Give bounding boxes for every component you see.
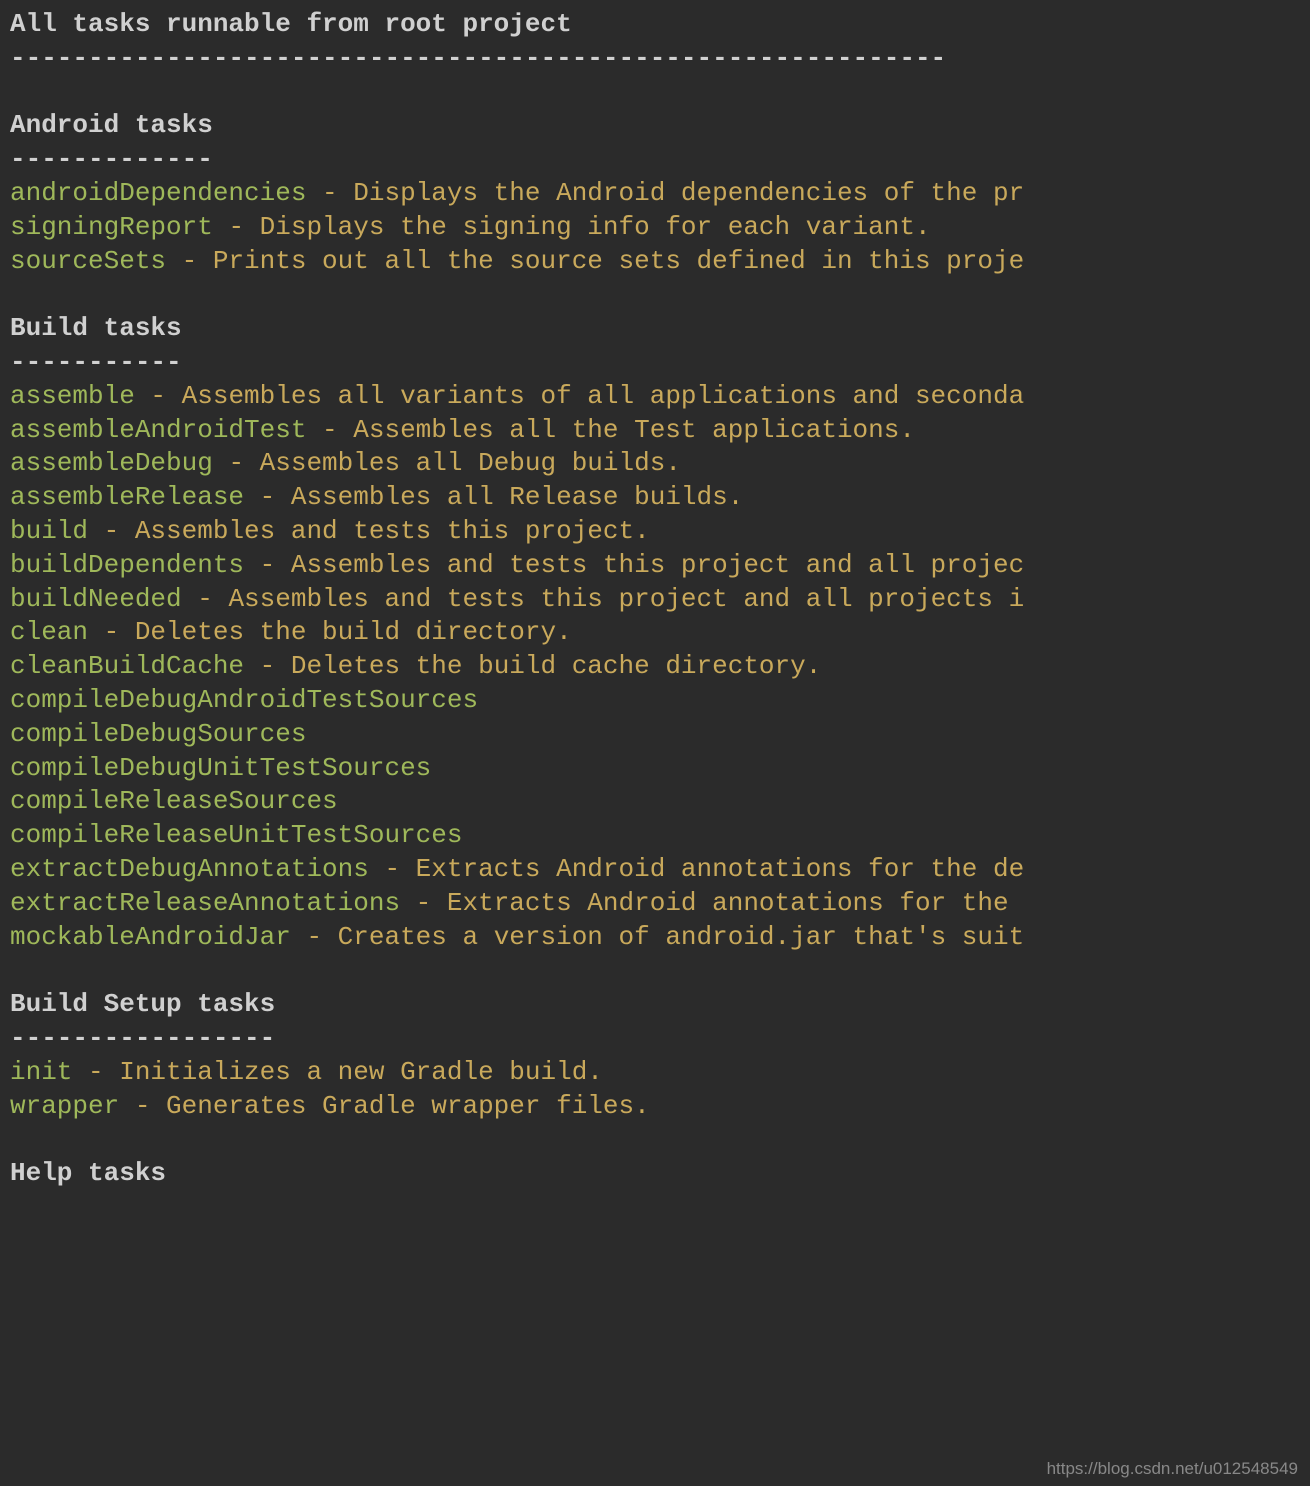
task-name: extractDebugAnnotations: [10, 854, 369, 884]
task-line: androidDependencies - Displays the Andro…: [10, 177, 1300, 211]
section-title: Build Setup tasks: [10, 988, 1300, 1022]
task-line: buildNeeded - Assembles and tests this p…: [10, 583, 1300, 617]
task-line: mockableAndroidJar - Creates a version o…: [10, 921, 1300, 955]
terminal-output: All tasks runnable from root project ---…: [10, 8, 1300, 1191]
task-name: init: [10, 1057, 72, 1087]
task-name: buildNeeded: [10, 584, 182, 614]
task-name: assembleRelease: [10, 482, 244, 512]
task-description: - Assembles all Debug builds.: [213, 448, 681, 478]
task-line: compileReleaseSources: [10, 785, 1300, 819]
task-line: clean - Deletes the build directory.: [10, 616, 1300, 650]
task-name: mockableAndroidJar: [10, 922, 291, 952]
watermark: https://blog.csdn.net/u012548549: [1047, 1458, 1298, 1480]
task-description: - Deletes the build cache directory.: [244, 651, 821, 681]
task-description: - Assembles and tests this project and a…: [182, 584, 1025, 614]
task-name: assemble: [10, 381, 135, 411]
task-name: compileReleaseUnitTestSources: [10, 820, 462, 850]
task-description: - Assembles all the Test applications.: [306, 415, 915, 445]
task-description: - Assembles all variants of all applicat…: [135, 381, 1024, 411]
task-description: - Extracts Android annotations for the d…: [369, 854, 1024, 884]
task-line: wrapper - Generates Gradle wrapper files…: [10, 1090, 1300, 1124]
task-name: extractReleaseAnnotations: [10, 888, 400, 918]
section-divider: -----------------: [10, 1022, 1300, 1056]
section-title: Help tasks: [10, 1157, 1300, 1191]
task-name: assembleAndroidTest: [10, 415, 306, 445]
task-line: assembleAndroidTest - Assembles all the …: [10, 414, 1300, 448]
task-name: wrapper: [10, 1091, 119, 1121]
task-line: buildDependents - Assembles and tests th…: [10, 549, 1300, 583]
task-name: compileDebugUnitTestSources: [10, 753, 431, 783]
task-line: assembleDebug - Assembles all Debug buil…: [10, 447, 1300, 481]
task-description: - Extracts Android annotations for the: [400, 888, 1009, 918]
section-divider: -------------: [10, 143, 1300, 177]
task-line: signingReport - Displays the signing inf…: [10, 211, 1300, 245]
task-name: compileDebugSources: [10, 719, 306, 749]
task-line: assembleRelease - Assembles all Release …: [10, 481, 1300, 515]
task-description: - Deletes the build directory.: [88, 617, 572, 647]
task-description: - Generates Gradle wrapper files.: [119, 1091, 650, 1121]
task-name: cleanBuildCache: [10, 651, 244, 681]
task-line: compileDebugSources: [10, 718, 1300, 752]
task-description: - Assembles all Release builds.: [244, 482, 743, 512]
header-divider: ----------------------------------------…: [10, 42, 1300, 76]
section-divider: -----------: [10, 346, 1300, 380]
task-name: sourceSets: [10, 246, 166, 276]
task-line: compileDebugUnitTestSources: [10, 752, 1300, 786]
header-title: All tasks runnable from root project: [10, 8, 1300, 42]
task-line: extractReleaseAnnotations - Extracts And…: [10, 887, 1300, 921]
section-title: Android tasks: [10, 109, 1300, 143]
section-title: Build tasks: [10, 312, 1300, 346]
task-name: androidDependencies: [10, 178, 306, 208]
task-name: signingReport: [10, 212, 213, 242]
task-line: init - Initializes a new Gradle build.: [10, 1056, 1300, 1090]
blank-line: [10, 1123, 1300, 1157]
task-name: compileDebugAndroidTestSources: [10, 685, 478, 715]
task-description: - Displays the signing info for each var…: [213, 212, 931, 242]
task-description: - Assembles and tests this project.: [88, 516, 650, 546]
task-line: extractDebugAnnotations - Extracts Andro…: [10, 853, 1300, 887]
task-line: build - Assembles and tests this project…: [10, 515, 1300, 549]
task-name: build: [10, 516, 88, 546]
task-description: - Prints out all the source sets defined…: [166, 246, 1024, 276]
task-line: sourceSets - Prints out all the source s…: [10, 245, 1300, 279]
task-name: compileReleaseSources: [10, 786, 338, 816]
task-line: compileReleaseUnitTestSources: [10, 819, 1300, 853]
task-description: - Displays the Android dependencies of t…: [306, 178, 1024, 208]
blank-line: [10, 954, 1300, 988]
task-description: - Initializes a new Gradle build.: [72, 1057, 603, 1087]
blank-line: [10, 76, 1300, 110]
task-name: clean: [10, 617, 88, 647]
task-name: buildDependents: [10, 550, 244, 580]
task-line: assemble - Assembles all variants of all…: [10, 380, 1300, 414]
task-name: assembleDebug: [10, 448, 213, 478]
task-description: - Creates a version of android.jar that'…: [291, 922, 1024, 952]
task-line: compileDebugAndroidTestSources: [10, 684, 1300, 718]
task-line: cleanBuildCache - Deletes the build cach…: [10, 650, 1300, 684]
blank-line: [10, 278, 1300, 312]
sections-container: Android tasks-------------androidDepende…: [10, 109, 1300, 1191]
task-description: - Assembles and tests this project and a…: [244, 550, 1024, 580]
